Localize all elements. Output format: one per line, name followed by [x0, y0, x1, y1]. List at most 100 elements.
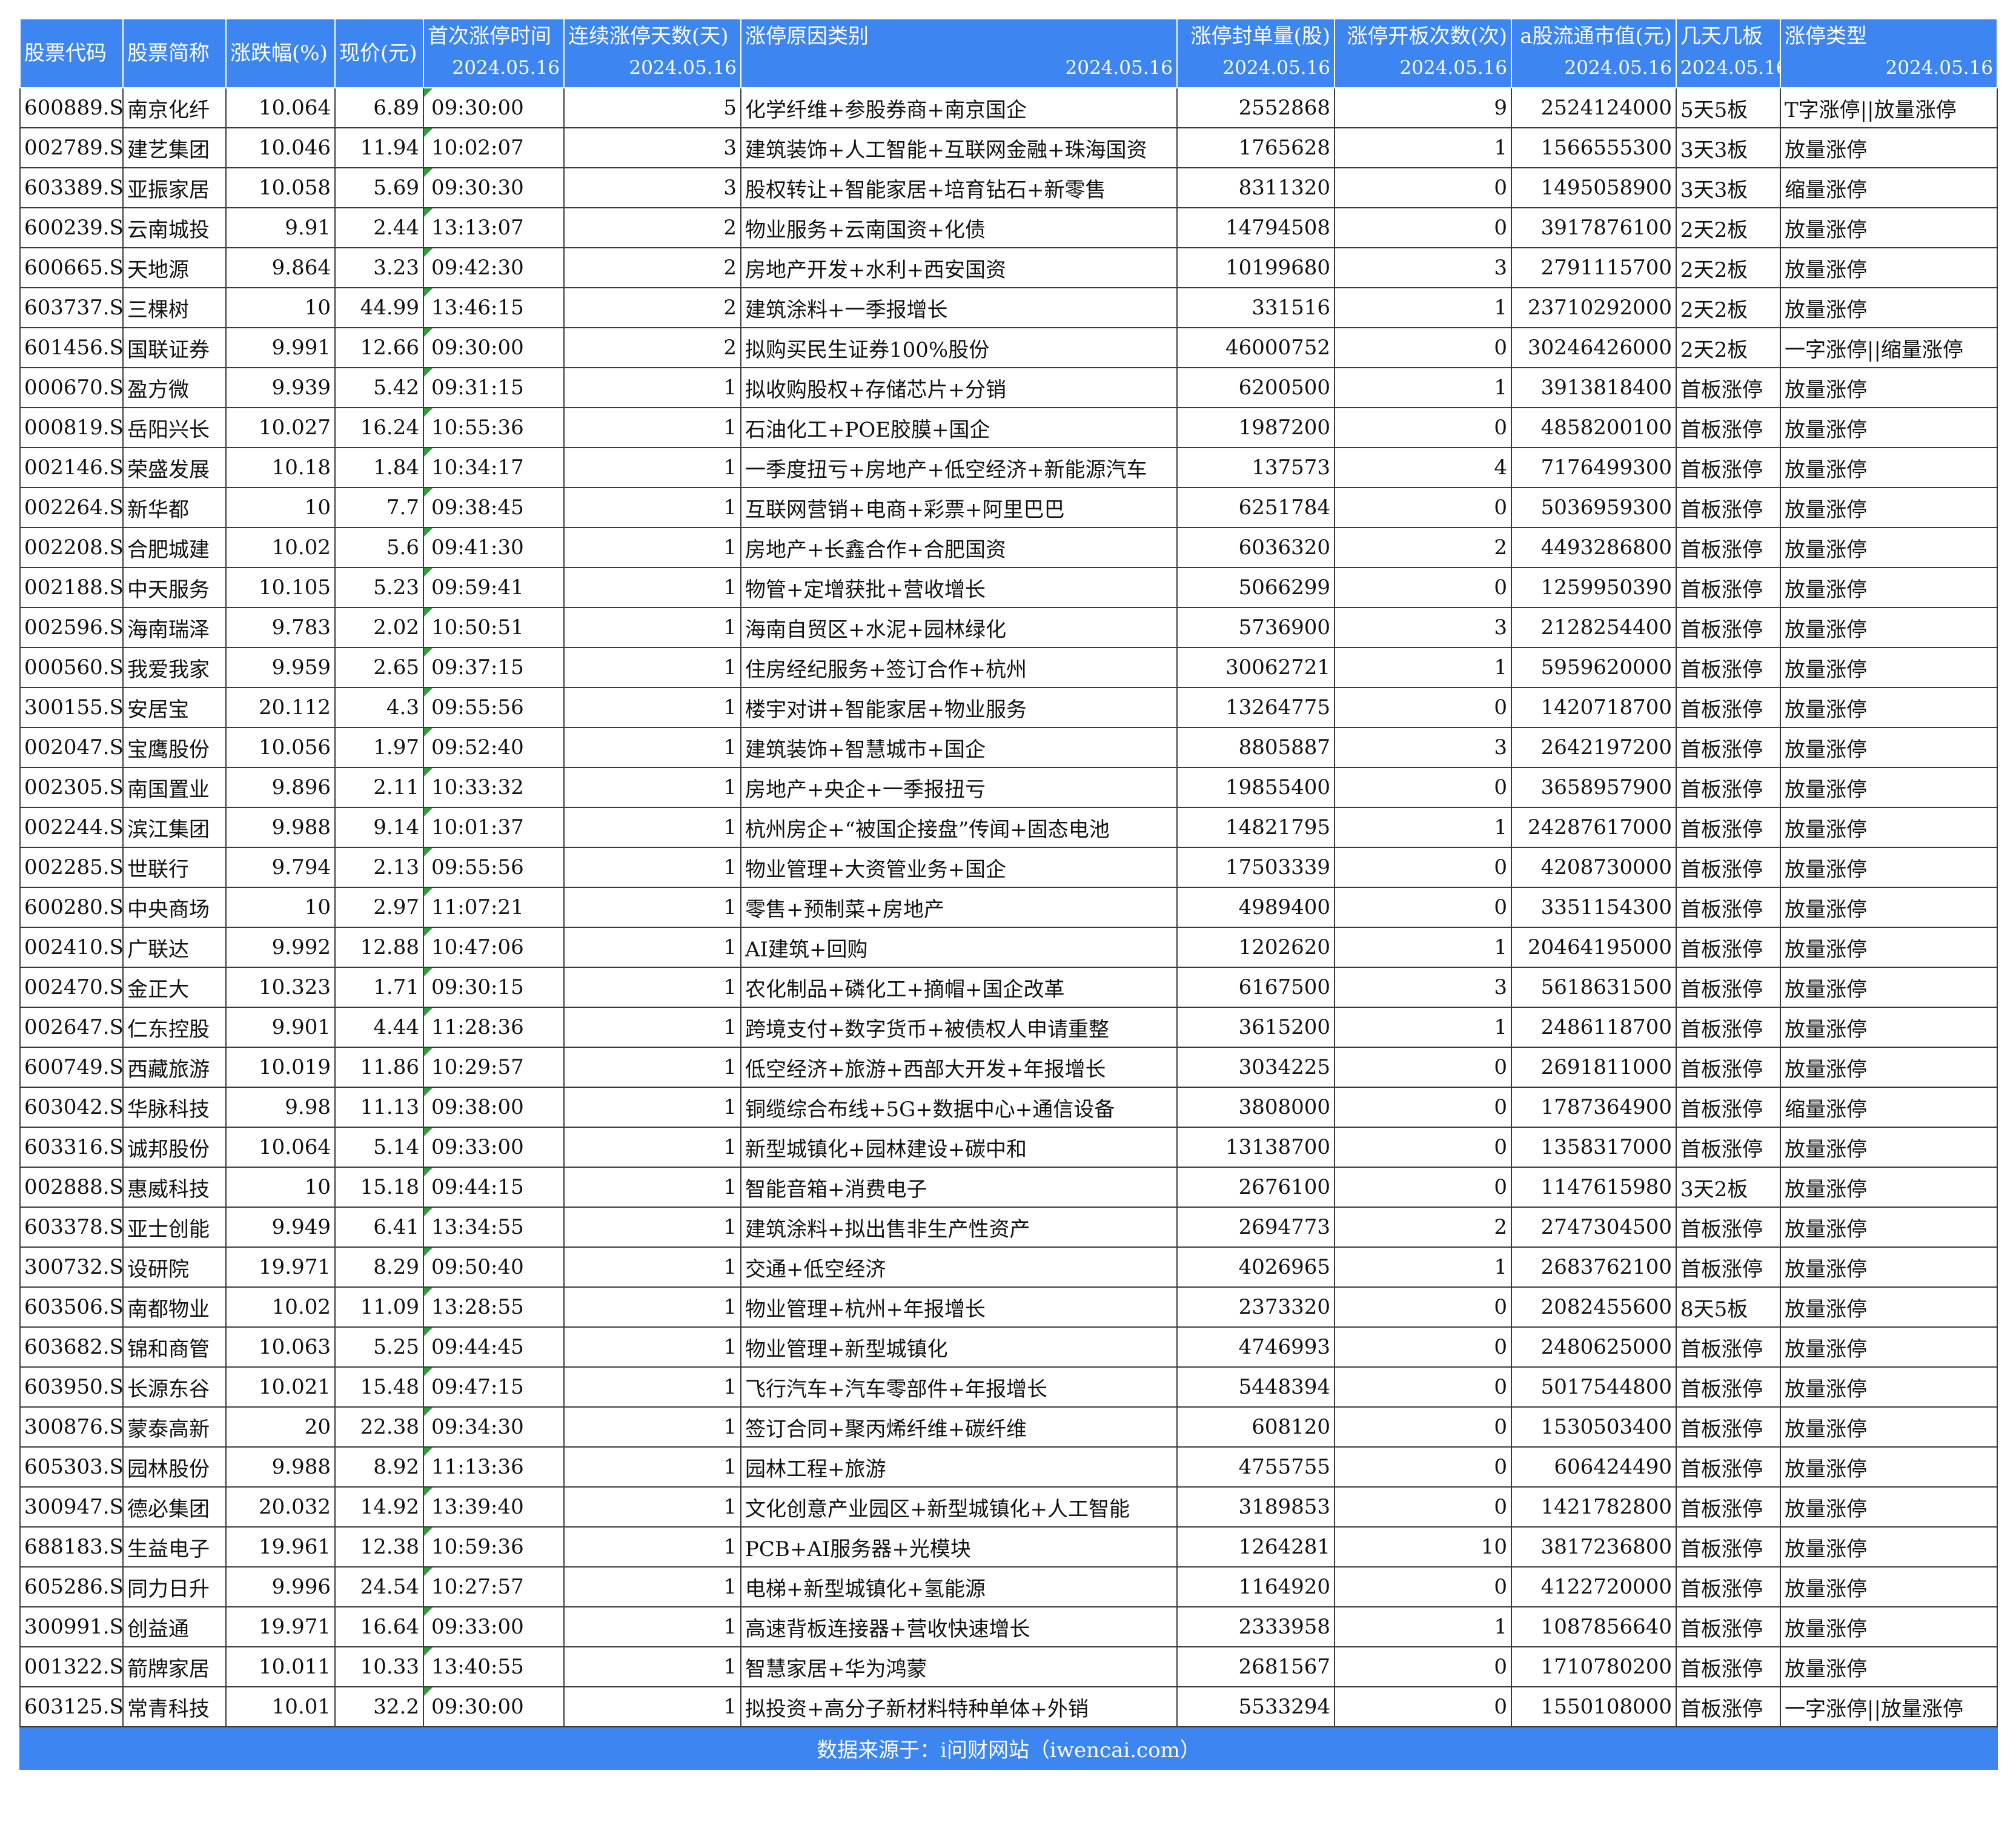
time-text: 09:33:00: [431, 1615, 524, 1639]
table-row[interactable]: 600889.SH南京化纤10.0646.89 09:30:00 5化学纤维+参股券…: [19, 87, 1998, 128]
cell-consecutive-days: 1: [563, 407, 741, 448]
cell-first-limit-time: 09:31:15: [423, 367, 565, 408]
table-row[interactable]: 600749.SH西藏旅游10.01911.86 10:29:57 1低空经济+旅游…: [19, 1047, 1998, 1088]
cell-limit-type: 放量涨停: [1780, 487, 1998, 528]
table-row[interactable]: 002470.SZ金正大10.3231.71 09:30:15 1农化制品+磷化工+…: [19, 967, 1998, 1008]
header-label: 股票代码: [24, 41, 107, 65]
table-row[interactable]: 603950.SH长源东谷10.02115.48 09:47:15 1飞行汽车+汽车…: [19, 1366, 1998, 1408]
table-row[interactable]: 002146.SZ荣盛发展10.181.84 10:34:17 1一季度扭亏+房地产…: [19, 447, 1998, 488]
table-row[interactable]: 002047.SZ宝鹰股份10.0561.97 09:52:40 1建筑装饰+智慧城…: [19, 727, 1998, 768]
cell-stock-code: 002305.SZ: [19, 767, 124, 808]
header-days-boards[interactable]: 几天几板 2024.05.16: [1676, 18, 1781, 88]
table-row[interactable]: 300991.SZ创益通19.97116.6409:33:001高速背板连接器+…: [19, 1606, 1998, 1647]
table-row[interactable]: 601456.SH国联证券9.99112.66 09:30:00 2拟购买民生证券1…: [19, 327, 1998, 368]
table-row[interactable]: 600280.SH中央商场102.97 11:07:21 1零售+预制菜+房地产49…: [19, 887, 1998, 928]
table-row[interactable]: 002410.SZ广联达9.99212.8810:47:061AI建筑+回购12…: [19, 927, 1998, 968]
table-row[interactable]: 002285.SZ世联行9.7942.13 09:55:56 1物业管理+大资管业务…: [19, 847, 1998, 888]
table-row[interactable]: 002789.SZ建艺集团10.04611.94 10:02:07 3建筑装饰+人工…: [19, 127, 1998, 168]
cell-first-limit-time: 13:34:55: [423, 1207, 565, 1248]
table-row[interactable]: 603125.SH常青科技10.0132.2 09:30:00 1拟投资+高分子新材…: [19, 1686, 1998, 1727]
table-row[interactable]: 002208.SZ合肥城建10.025.6 09:41:30 1房地产+长鑫合作+合…: [19, 527, 1998, 568]
cell-stock-code: 002146.SZ: [19, 447, 124, 488]
cell-current-price: 14.92: [334, 1486, 424, 1528]
cell-change-percent: 10.046: [225, 127, 336, 168]
header-stock-code[interactable]: 股票代码: [19, 18, 124, 88]
table-row[interactable]: 605303.SH园林股份9.9888.92 11:13:36 1园林工程+旅游47…: [19, 1446, 1998, 1488]
cell-change-percent: 10.18: [225, 447, 336, 488]
limit-flag-icon: [425, 1488, 433, 1496]
header-limit-type[interactable]: 涨停类型 2024.05.16: [1780, 18, 1998, 88]
table-row[interactable]: 605286.SH同力日升9.99624.54 10:27:57 1电梯+新型城镇化…: [19, 1566, 1998, 1607]
time-text: 09:30:15: [431, 975, 524, 999]
header-current-price[interactable]: 现价(元): [334, 18, 424, 88]
cell-first-limit-time: 09:30:00: [423, 87, 565, 128]
header-open-count[interactable]: 涨停开板次数(次) 2024.05.16: [1334, 18, 1512, 88]
time-text: 13:28:55: [431, 1295, 524, 1319]
header-float-market-cap[interactable]: a股流通市值(元) 2024.05.16: [1511, 18, 1677, 88]
header-label: 涨停类型: [1785, 24, 1867, 48]
table-row[interactable]: 603378.SH亚士创能9.9496.41 13:34:55 1建筑涂料+拟出售非…: [19, 1207, 1998, 1248]
header-first-limit-time[interactable]: 首次涨停时间 2024.05.16: [423, 18, 565, 88]
cell-stock-code: 688183.SH: [19, 1526, 124, 1568]
cell-days-boards: 首板涨停: [1676, 447, 1781, 488]
cell-consecutive-days: 1: [563, 767, 741, 808]
cell-stock-name: 长源东谷: [122, 1366, 227, 1408]
cell-consecutive-days: 1: [563, 1446, 741, 1488]
table-row[interactable]: 000819.SZ岳阳兴长10.02716.24 10:55:36 1石油化工+PO…: [19, 407, 1998, 448]
table-row[interactable]: 300876.SZ蒙泰高新2022.38 09:34:30 1签订合同+聚丙烯纤维+…: [19, 1406, 1998, 1448]
table-row[interactable]: 600665.SH天地源9.8643.23 09:42:30 2房地产开发+水利+西…: [19, 247, 1998, 288]
cell-first-limit-time: 09:44:15: [423, 1167, 565, 1208]
cell-limit-reason: 一季度扭亏+房地产+低空经济+新能源汽车: [740, 447, 1178, 488]
table-row[interactable]: 000560.SZ我爱我家9.9592.6509:37:151住房经纪服务+签订…: [19, 647, 1998, 688]
cell-seal-volume: 1765628: [1176, 127, 1335, 168]
table-header-row: 股票代码 股票简称 涨跌幅(%) 现价(元) 首次涨停时间 2024.05.16…: [19, 18, 1998, 88]
cell-days-boards: 8天5板: [1676, 1286, 1781, 1328]
cell-change-percent: 9.901: [225, 1007, 336, 1048]
table-row[interactable]: 002305.SZ南国置业9.8962.11 10:33:32 1房地产+央企+一季…: [19, 767, 1998, 808]
table-row[interactable]: 002244.SZ滨江集团9.9889.1410:01:371杭州房企+“被国企…: [19, 807, 1998, 848]
limit-flag-icon: [425, 609, 433, 617]
table-row[interactable]: 002264.SZ新华都107.7 09:38:45 1互联网营销+电商+彩票+阿里…: [19, 487, 1998, 528]
cell-first-limit-time: 11:13:36: [423, 1446, 565, 1488]
table-row[interactable]: 600239.SH云南城投9.912.44 13:13:07 2物业服务+云南国资+…: [19, 207, 1998, 248]
cell-open-count: 1: [1334, 1606, 1512, 1647]
cell-stock-name: 荣盛发展: [122, 447, 227, 488]
cell-float-market-cap: 3817236800: [1511, 1526, 1677, 1568]
table-row[interactable]: 603042.SH华脉科技9.9811.13 09:38:00 1铜缆综合布线+5G…: [19, 1087, 1998, 1128]
table-row[interactable]: 000670.SZ盈方微9.9395.4209:31:151拟收购股权+存储芯片…: [19, 367, 1998, 408]
table-row[interactable]: 001322.SZ箭牌家居10.01110.33 13:40:55 1智慧家居+华为…: [19, 1646, 1998, 1687]
table-row[interactable]: 300155.SZ安居宝20.1124.3 09:55:56 1楼宇对讲+智能家居+…: [19, 687, 1998, 728]
cell-consecutive-days: 3: [563, 127, 741, 168]
table-row[interactable]: 002596.SZ海南瑞泽9.7832.02 10:50:51 1海南自贸区+水泥+…: [19, 607, 1998, 648]
table-row[interactable]: 300947.SZ德必集团20.03214.92 13:39:40 1文化创意产业园…: [19, 1486, 1998, 1528]
cell-open-count: 0: [1334, 767, 1512, 808]
header-stock-name[interactable]: 股票简称: [122, 18, 227, 88]
cell-float-market-cap: 1787364900: [1511, 1087, 1677, 1128]
table-row[interactable]: 002188.SZ中天服务10.1055.23 09:59:41 1物管+定增获批+…: [19, 567, 1998, 608]
table-row[interactable]: 002647.SZ仁东控股9.9014.4411:28:361跨境支付+数字货币…: [19, 1007, 1998, 1048]
cell-limit-reason: 铜缆综合布线+5G+数据中心+通信设备: [740, 1087, 1178, 1128]
cell-limit-reason: 物业管理+新型城镇化: [740, 1326, 1178, 1368]
table-row[interactable]: 688183.SH生益电子19.96112.38 10:59:36 1PCB+AI服…: [19, 1526, 1998, 1568]
table-row[interactable]: 002888.SZ惠威科技1015.18 09:44:15 1智能音箱+消费电子26…: [19, 1167, 1998, 1208]
table-row[interactable]: 603316.SH诚邦股份10.0645.14 09:33:00 1新型城镇化+园林…: [19, 1127, 1998, 1168]
cell-seal-volume: 2681567: [1176, 1646, 1335, 1687]
header-change-percent[interactable]: 涨跌幅(%): [225, 18, 336, 88]
table-row[interactable]: 603389.SH亚振家居10.0585.69 09:30:30 3股权转让+智能家…: [19, 167, 1998, 208]
table-row[interactable]: 603506.SH南都物业10.0211.09 13:28:55 1物业管理+杭州+…: [19, 1286, 1998, 1328]
time-text: 09:30:30: [431, 176, 524, 200]
header-limit-reason[interactable]: 涨停原因类别 2024.05.16: [740, 18, 1178, 88]
table-row[interactable]: 603682.SH锦和商管10.0635.25 09:44:45 1物业管理+新型城…: [19, 1326, 1998, 1368]
cell-days-boards: 2天2板: [1676, 247, 1781, 288]
cell-float-market-cap: 2747304500: [1511, 1207, 1677, 1248]
header-seal-volume[interactable]: 涨停封单量(股) 2024.05.16: [1176, 18, 1335, 88]
cell-days-boards: 首板涨停: [1676, 1087, 1781, 1128]
cell-open-count: 1: [1334, 1246, 1512, 1288]
table-row[interactable]: 603737.SH三棵树1044.99 13:46:15 2建筑涂料+一季报增长33…: [19, 287, 1998, 328]
cell-limit-reason: 拟购买民生证券100%股份: [740, 327, 1178, 368]
cell-stock-code: 603125.SH: [19, 1686, 124, 1727]
header-consecutive-days[interactable]: 连续涨停天数(天) 2024.05.16: [563, 18, 741, 88]
cell-float-market-cap: 1358317000: [1511, 1127, 1677, 1168]
table-row[interactable]: 300732.SZ设研院19.9718.2909:50:401交通+低空经济40…: [19, 1246, 1998, 1288]
time-text: 11:28:36: [431, 1015, 524, 1039]
